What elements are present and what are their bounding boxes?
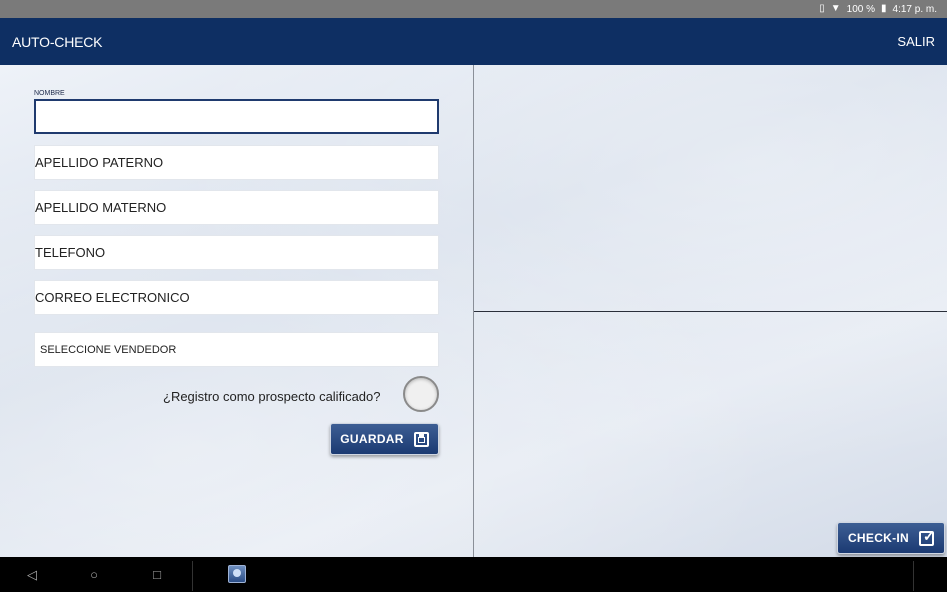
apellido-paterno-input[interactable]: [35, 146, 438, 179]
recents-button[interactable]: □: [137, 557, 177, 592]
autocheck-app-icon[interactable]: [228, 565, 246, 583]
nav-separator: [192, 561, 193, 591]
prospect-radio[interactable]: [403, 376, 439, 412]
nombre-field[interactable]: [34, 99, 439, 134]
battery-percent: 100 %: [846, 3, 876, 15]
save-button-label: GUARDAR: [340, 432, 404, 446]
back-button[interactable]: ◁: [12, 557, 52, 592]
recents-square-icon: □: [153, 567, 161, 582]
checkbox-icon: [919, 528, 935, 546]
prospect-question: ¿Registro como prospecto calificado?: [163, 389, 381, 404]
telefono-field[interactable]: [34, 235, 439, 270]
app-bar: AUTO-CHECK SALIR: [0, 18, 947, 65]
battery-icon: ▮: [881, 3, 887, 14]
exit-button[interactable]: SALIR: [897, 34, 935, 49]
clock: 4:17 p. m.: [892, 3, 937, 15]
vendedor-select[interactable]: SELECCIONE VENDEDOR: [34, 332, 439, 367]
nombre-label: NOMBRE: [34, 90, 65, 97]
vibrate-icon: ▯: [819, 3, 825, 14]
save-icon: [413, 431, 429, 447]
nombre-input[interactable]: [36, 101, 437, 132]
checkin-button-label: CHECK-IN: [847, 531, 910, 545]
horizontal-divider: [474, 311, 947, 312]
back-triangle-icon: ◁: [27, 566, 37, 582]
home-circle-icon: ○: [90, 567, 98, 582]
content-area: NOMBRE SELECCIONE VENDEDOR ¿Registro com…: [0, 65, 947, 557]
save-button[interactable]: GUARDAR: [330, 423, 439, 455]
apellido-paterno-field[interactable]: [34, 145, 439, 180]
apellido-materno-input[interactable]: [35, 191, 438, 224]
correo-input[interactable]: [35, 281, 438, 314]
checkin-button[interactable]: CHECK-IN: [837, 522, 945, 554]
wifi-icon: ▼: [830, 3, 841, 14]
nav-separator: [913, 561, 914, 591]
apellido-materno-field[interactable]: [34, 190, 439, 225]
app-title: AUTO-CHECK: [12, 33, 103, 50]
telefono-input[interactable]: [35, 236, 438, 269]
status-bar: ▯ ▼ 100 % ▮ 4:17 p. m.: [0, 0, 947, 18]
correo-field[interactable]: [34, 280, 439, 315]
vendedor-select-value: SELECCIONE VENDEDOR: [40, 343, 177, 356]
navigation-bar: ◁ ○ □: [0, 557, 947, 592]
home-button[interactable]: ○: [74, 557, 114, 592]
